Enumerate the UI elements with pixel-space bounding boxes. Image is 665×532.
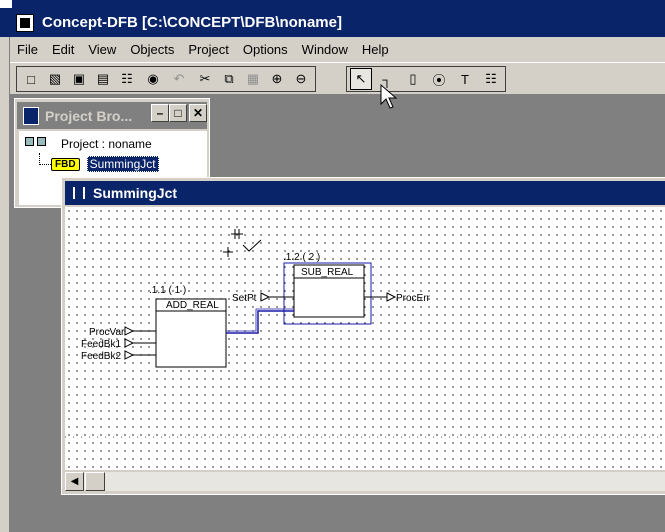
fbd-editor-titlebar[interactable]: SummingJct xyxy=(65,181,665,205)
top-strip xyxy=(0,0,665,8)
zoom-out-icon[interactable]: ⊖ xyxy=(290,68,312,90)
sub-block-type: SUB_REAL xyxy=(301,267,354,278)
app-titlebar[interactable]: Concept-DFB [C:\CONCEPT\DFB\noname] xyxy=(0,8,665,37)
grid-tool-icon[interactable]: ☷ xyxy=(480,68,502,90)
open-icon[interactable]: ▧ xyxy=(44,68,66,90)
fbd-editor-window: SummingJct .1.1 ( 1 ) ADD_REAL ProcVar F… xyxy=(61,177,665,495)
toolbar: □ ▧ ▣ ▤ ☷ ◉ ↶ ✂ ⧉ ▦ ⊕ ⊖ ↖ ┐ ▯ ⦿ T ☷ xyxy=(10,62,665,95)
fbd-canvas[interactable]: .1.1 ( 1 ) ADD_REAL ProcVar FeedBk1 Feed… xyxy=(65,207,665,470)
menu-item-project[interactable]: Project xyxy=(181,42,235,57)
scroll-left-icon[interactable]: ◀ xyxy=(65,472,84,491)
text-tool-icon[interactable]: T xyxy=(454,68,476,90)
pin-tool-icon[interactable]: ⦿ xyxy=(428,68,450,90)
menu-item-window[interactable]: Window xyxy=(295,42,355,57)
add-block-type: ADD_REAL xyxy=(166,300,219,311)
corner-icon xyxy=(0,0,12,8)
minimize-button[interactable]: – xyxy=(151,104,169,122)
zoom-in-icon[interactable]: ⊕ xyxy=(266,68,288,90)
tree-connector xyxy=(39,153,51,165)
app-window: Concept-DFB [C:\CONCEPT\DFB\noname] File… xyxy=(0,0,665,532)
input-feedbk2: FeedBk2 xyxy=(81,351,121,362)
sub-block-instance: .1.2 ( 2 ) xyxy=(283,252,320,263)
menu-item-edit[interactable]: Edit xyxy=(45,42,81,57)
output-pin-procerr xyxy=(386,292,397,302)
app-icon[interactable] xyxy=(16,13,34,32)
tree-item-summingjct[interactable]: FBD SummingJct xyxy=(51,156,159,172)
mouse-pointer-icon xyxy=(380,84,398,109)
fbd-badge: FBD xyxy=(51,157,80,171)
horizontal-scrollbar[interactable]: ◀ xyxy=(65,472,665,491)
fbd-window-icon xyxy=(73,187,85,199)
project-label: Project : noname xyxy=(61,137,152,151)
input-pin-setpt xyxy=(260,292,271,302)
close-button[interactable]: ✕ xyxy=(189,104,207,122)
block-tool-icon[interactable]: ▯ xyxy=(402,68,424,90)
tree-icon[interactable]: ☷ xyxy=(116,68,138,90)
menu-item-help[interactable]: Help xyxy=(355,42,396,57)
properties-icon[interactable]: ▤ xyxy=(92,68,114,90)
summingjct-label[interactable]: SummingJct xyxy=(86,156,159,172)
menu-item-file[interactable]: File xyxy=(10,42,45,57)
left-edge xyxy=(0,37,10,532)
input-feedbk1: FeedBk1 xyxy=(81,339,121,350)
project-icon xyxy=(23,106,39,125)
scroll-thumb[interactable] xyxy=(85,472,105,491)
output-procerr: ProcErr xyxy=(396,293,431,304)
app-title: Concept-DFB [C:\CONCEPT\DFB\noname] xyxy=(42,14,342,31)
tree-item-project[interactable]: Project : noname xyxy=(25,137,152,151)
select-tool-icon[interactable]: ↖ xyxy=(350,68,372,90)
save-icon[interactable]: ▣ xyxy=(68,68,90,90)
input-pin-feedbk2 xyxy=(124,350,135,360)
new-icon[interactable]: □ xyxy=(20,68,42,90)
input-pin-procvar xyxy=(124,326,135,336)
paste-icon[interactable]: ▦ xyxy=(242,68,264,90)
cut-icon[interactable]: ✂ xyxy=(194,68,216,90)
maximize-button[interactable]: □ xyxy=(169,104,187,122)
copy-icon[interactable]: ⧉ xyxy=(218,68,240,90)
find-icon[interactable]: ◉ xyxy=(142,68,164,90)
menu-item-options[interactable]: Options xyxy=(236,42,295,57)
menu-item-objects[interactable]: Objects xyxy=(123,42,181,57)
input-setpt: SetPt xyxy=(232,293,257,304)
insert-marker-icon xyxy=(223,229,262,257)
computer-icon xyxy=(25,137,51,151)
input-procvar: ProcVar xyxy=(89,327,125,338)
menu-bar: File Edit View Objects Project Options Window H… xyxy=(10,37,665,62)
add-block-instance: .1.1 ( 1 ) xyxy=(149,285,186,296)
menu-item-view[interactable]: View xyxy=(81,42,123,57)
undo-icon[interactable]: ↶ xyxy=(168,68,190,90)
input-pin-feedbk1 xyxy=(124,338,135,348)
fbd-editor-title: SummingJct xyxy=(93,185,178,201)
project-browser-title: Project Bro... xyxy=(45,107,133,124)
